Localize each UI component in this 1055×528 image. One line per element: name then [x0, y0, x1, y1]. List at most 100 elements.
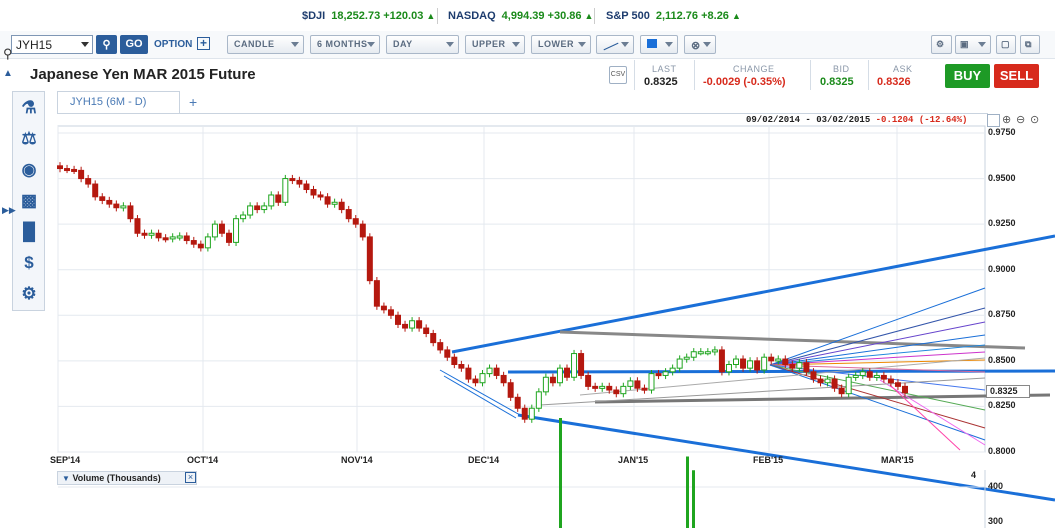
- candle-body: [78, 169, 85, 180]
- x-tick-label: JAN'15: [618, 455, 649, 465]
- x-tick-label: MAR'15: [881, 455, 914, 465]
- candle-body: [754, 360, 761, 371]
- candle-body: [183, 235, 190, 242]
- candle-body: [711, 349, 718, 353]
- candle-body: [148, 232, 155, 236]
- candle-body: [380, 305, 387, 311]
- candle-body: [641, 387, 648, 391]
- y-tick-label: 0.8000: [988, 446, 1016, 456]
- candle-body: [331, 201, 338, 205]
- candle-body: [85, 178, 92, 185]
- candle-body: [176, 235, 183, 239]
- y-tick-label: 0.9000: [988, 263, 1016, 274]
- candle-body: [564, 367, 570, 378]
- candle-body: [761, 356, 768, 371]
- trend-channel-upper: [451, 234, 1055, 354]
- candle-body: [261, 205, 268, 211]
- x-tick-label: FEB'15: [753, 455, 784, 465]
- candle-body: [789, 364, 796, 369]
- candle-body: [409, 320, 416, 329]
- candle-body: [127, 205, 134, 220]
- candle-body: [233, 218, 240, 243]
- candle-body: [296, 179, 303, 185]
- candle-body: [556, 367, 563, 384]
- candle-body: [803, 362, 810, 373]
- candle-body: [690, 351, 697, 358]
- candle-body: [810, 371, 817, 380]
- fan-line: [769, 307, 986, 366]
- candle-body: [282, 178, 289, 203]
- candle-body: [880, 374, 887, 380]
- candle-body: [493, 367, 500, 376]
- candle-body: [768, 356, 775, 362]
- price-chart[interactable]: [0, 0, 1055, 528]
- x-tick-label: DEC'14: [468, 455, 500, 465]
- candle-body: [197, 243, 204, 249]
- candle-body: [226, 232, 232, 243]
- candle-body: [458, 364, 465, 369]
- candle-body: [613, 389, 620, 395]
- candle-body: [120, 205, 127, 209]
- candle-body: [366, 236, 373, 282]
- volume-panel-header[interactable]: ▼ Volume (Thousands): [57, 471, 197, 485]
- x-tick-label: OCT'14: [187, 455, 219, 465]
- candle-body: [338, 201, 345, 211]
- candle-body: [500, 374, 507, 384]
- candle-body: [521, 407, 528, 420]
- candle-body: [740, 358, 747, 369]
- candle-body: [190, 240, 197, 245]
- y-tick-label: 0.8750: [988, 309, 1016, 320]
- candle-body: [571, 353, 578, 378]
- candle-body: [704, 351, 711, 355]
- candle-body: [268, 194, 275, 207]
- candle-body: [599, 385, 606, 389]
- y-tick-label: 0.8500: [988, 354, 1016, 365]
- x-tick-label: SEP'14: [50, 455, 81, 465]
- candle-body: [169, 236, 176, 240]
- y-tick-label: 0.9500: [988, 172, 1016, 183]
- current-price-tag: 0.8325: [986, 385, 1030, 398]
- resistance-line: [559, 330, 1026, 350]
- candle-body: [887, 378, 894, 384]
- candle-body: [64, 168, 71, 172]
- candle-body: [514, 396, 521, 409]
- fan-line: [539, 377, 986, 406]
- candle-body: [655, 373, 662, 377]
- candle-body: [218, 223, 225, 234]
- candle-body: [402, 323, 409, 329]
- candle-body: [373, 280, 380, 307]
- candle-body: [254, 205, 261, 211]
- candle-body: [697, 351, 704, 355]
- plot-area: [57, 125, 986, 453]
- candle-body: [416, 320, 423, 329]
- candle-body: [92, 183, 99, 198]
- candle-body: [303, 183, 310, 191]
- candle-body: [289, 178, 296, 182]
- candle-body: [387, 309, 394, 316]
- candle-body: [627, 380, 634, 387]
- candle-body: [359, 223, 366, 238]
- candle-body: [472, 378, 479, 384]
- y-tick-label: 0.9750: [988, 127, 1016, 137]
- candle-body: [725, 364, 732, 373]
- candle-body: [592, 385, 599, 389]
- candle-body: [817, 378, 824, 384]
- candle-body: [444, 349, 451, 358]
- candle-body: [831, 378, 838, 389]
- candle-body: [676, 358, 683, 369]
- candle-body: [775, 358, 782, 362]
- candle-body: [845, 376, 852, 395]
- candle-body: [275, 194, 282, 203]
- support-line: [594, 393, 1051, 404]
- candle-body: [507, 382, 514, 398]
- candle-body: [345, 209, 352, 220]
- candle-body: [134, 218, 141, 234]
- candle-body: [549, 376, 556, 384]
- candle-body: [352, 218, 359, 225]
- candle-body: [535, 391, 542, 409]
- close-icon[interactable]: ×: [185, 472, 196, 483]
- candle-body: [430, 333, 437, 344]
- candle-body: [162, 237, 169, 241]
- volume-side-value: 4: [971, 470, 977, 480]
- candle-body: [317, 194, 324, 198]
